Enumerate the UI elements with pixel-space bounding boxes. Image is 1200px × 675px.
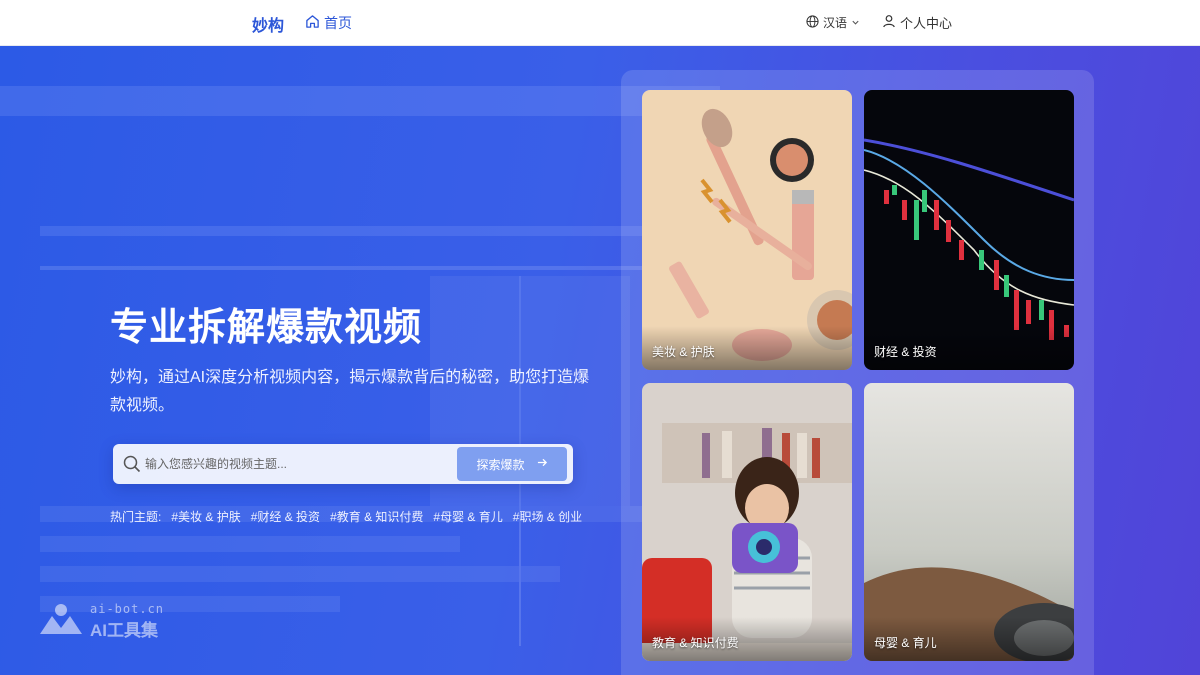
user-center-label: 个人中心 (900, 16, 953, 31)
hot-topic-tag[interactable]: #母婴 & 育儿 (433, 508, 502, 525)
hero-section: 专业拆解爆款视频 妙构，通过AI深度分析视频内容，揭示爆款背后的秘密，助您打造爆… (0, 46, 1200, 675)
category-card-parenting[interactable]: 母婴 & 育儿 (864, 383, 1074, 661)
globe-icon (806, 14, 819, 31)
brand-logo[interactable]: 妙构 (252, 12, 284, 36)
explore-button-label: 探索爆款 (476, 457, 525, 472)
hot-topics: 热门主题: #美妆 & 护肤 #财经 & 投资 #教育 & 知识付费 #母婴 &… (110, 508, 582, 525)
category-card-label: 母婴 & 育儿 (874, 636, 937, 650)
hot-topic-tag[interactable]: #教育 & 知识付费 (330, 508, 423, 525)
search-bar: 探索爆款 (113, 444, 573, 484)
language-selector[interactable]: 汉语 (806, 14, 860, 31)
top-nav: 妙构 首页 汉语 个人中心 (0, 0, 1200, 46)
hero-description: 妙构，通过AI深度分析视频内容，揭示爆款背后的秘密，助您打造爆款视频。 (110, 369, 590, 414)
user-icon (882, 14, 896, 31)
watermark-domain: ai-bot.cn (90, 602, 165, 616)
category-card-label: 美妆 & 护肤 (652, 345, 715, 359)
user-center-link[interactable]: 个人中心 (882, 13, 952, 32)
hero-title: 专业拆解爆款视频 (110, 307, 423, 349)
home-icon (305, 14, 320, 32)
chevron-down-icon (851, 16, 860, 30)
search-input[interactable] (145, 448, 445, 480)
search-icon (123, 455, 141, 478)
nav-home-label: 首页 (324, 15, 352, 31)
category-panel: 美妆 & 护肤 财经 & 投资 教育 & 知识付费 母婴 & 育儿 (621, 70, 1094, 675)
category-card-education[interactable]: 教育 & 知识付费 (642, 383, 852, 661)
arrow-right-icon (537, 457, 548, 471)
nav-home-link[interactable]: 首页 (305, 13, 352, 33)
video-editor-background (0, 86, 720, 646)
hot-topic-tag[interactable]: #职场 & 创业 (513, 508, 582, 525)
language-label: 汉语 (823, 16, 848, 30)
hot-topic-tag[interactable]: #财经 & 投资 (251, 508, 320, 525)
explore-button[interactable]: 探索爆款 (457, 447, 567, 481)
hot-topics-label: 热门主题: (110, 510, 162, 524)
watermark-logo-icon (38, 602, 84, 641)
category-card-beauty[interactable]: 美妆 & 护肤 (642, 90, 852, 370)
category-card-finance[interactable]: 财经 & 投资 (864, 90, 1074, 370)
watermark: ai-bot.cn AI工具集 (38, 602, 164, 641)
category-card-label: 教育 & 知识付费 (652, 636, 739, 650)
hot-topic-tag[interactable]: #美妆 & 护肤 (171, 508, 240, 525)
category-card-label: 财经 & 投资 (874, 345, 937, 359)
watermark-name: AI工具集 (90, 621, 158, 640)
